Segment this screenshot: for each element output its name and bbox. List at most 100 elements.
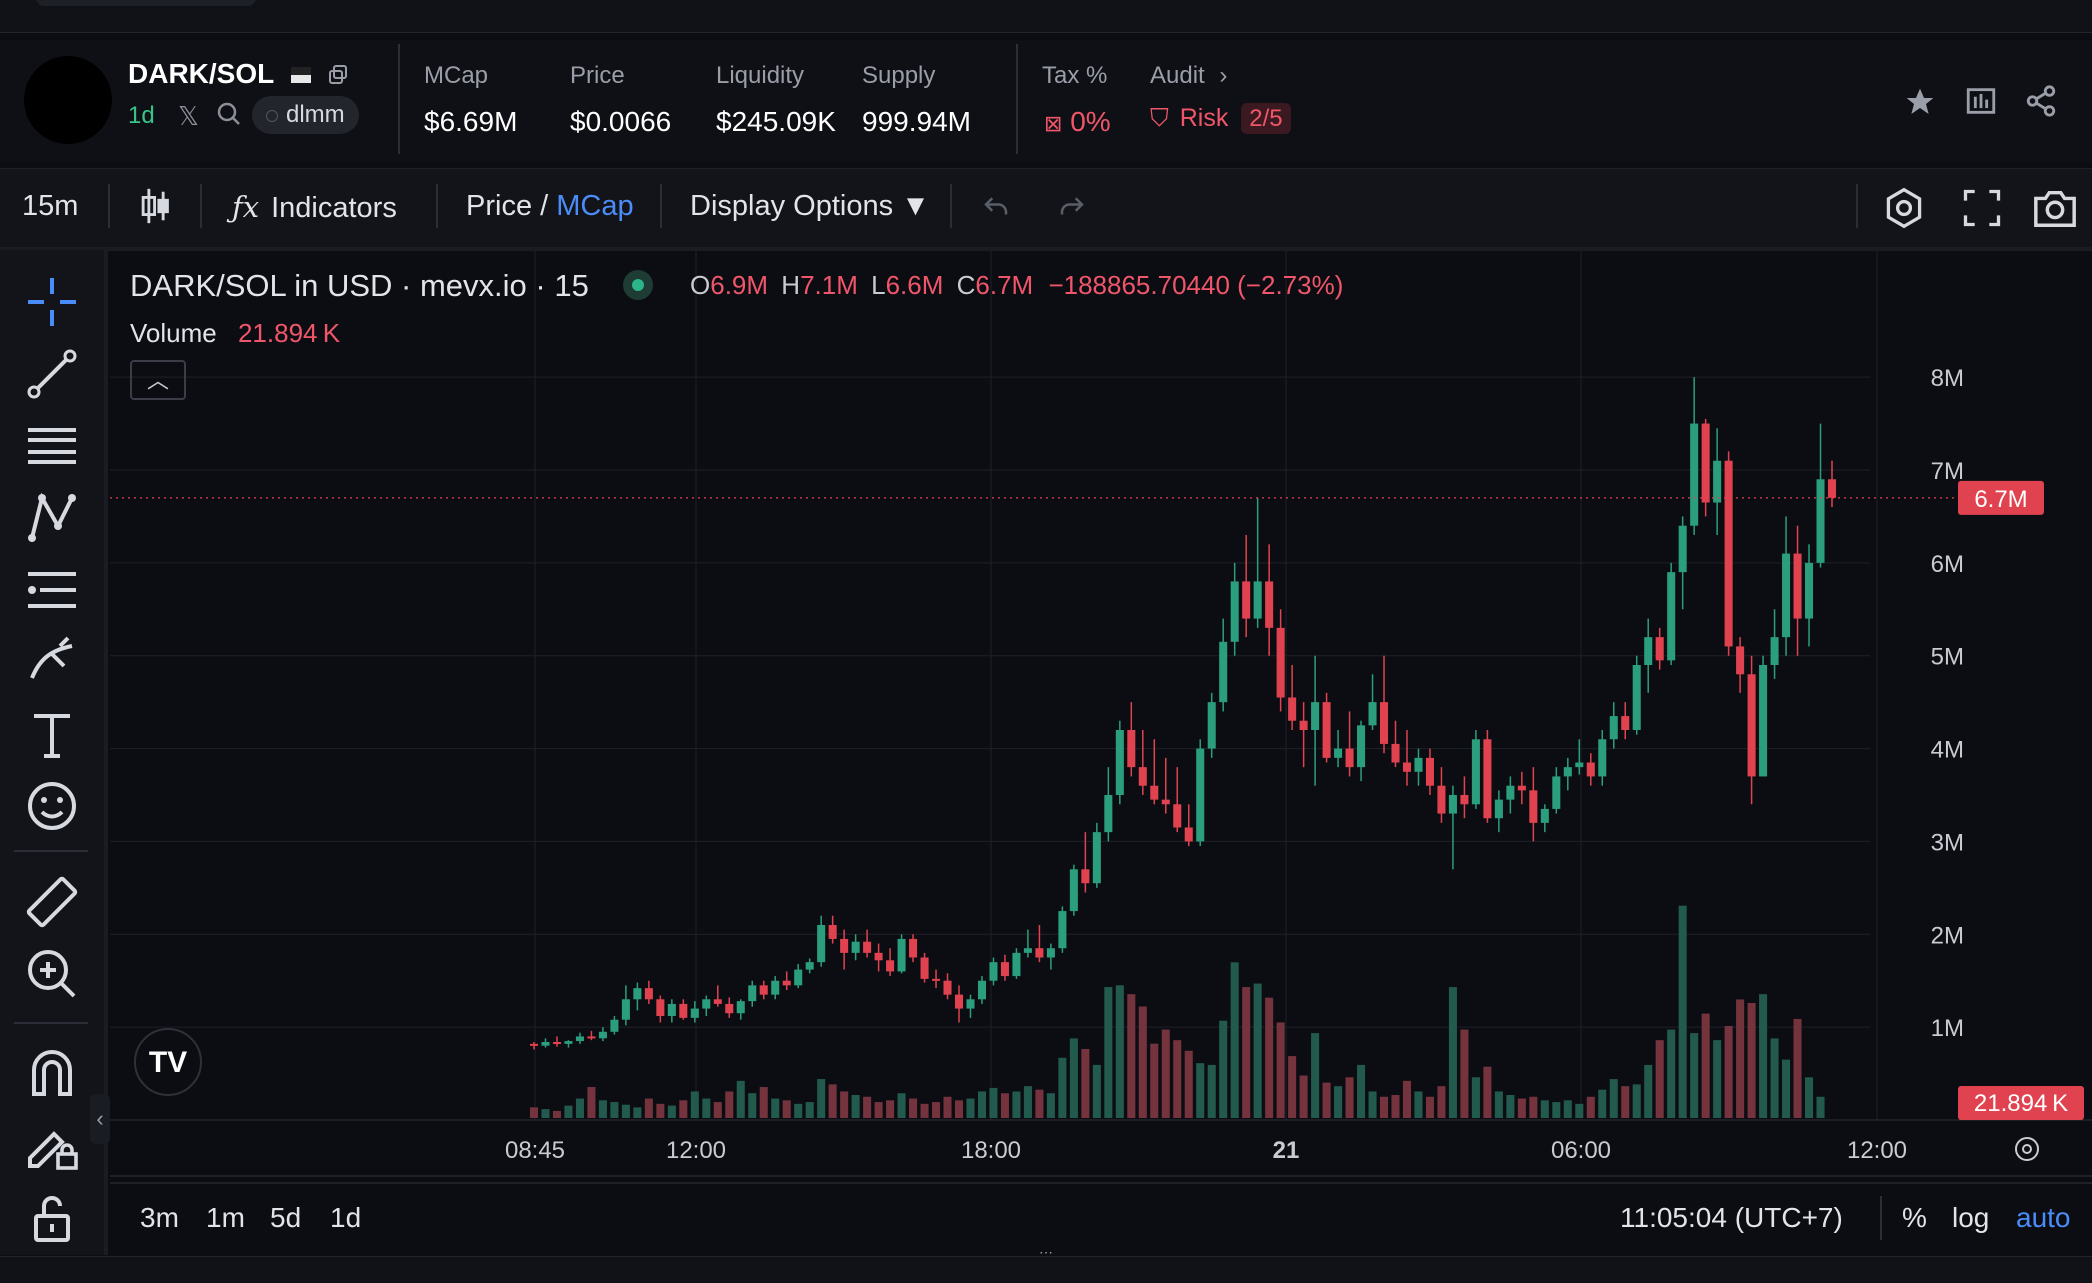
volume-bar [1713,1040,1722,1118]
risk-badge: 2/5 [1241,103,1291,134]
star-icon[interactable] [1904,86,1936,118]
volume-bar [1322,1082,1331,1118]
toolbar-divider [1856,184,1858,228]
x-axis-label: 06:00 [1551,1137,1611,1164]
collapse-legend-button[interactable]: ︿ [130,360,186,400]
redo-icon[interactable] [1056,192,1088,222]
price-mcap-toggle[interactable]: Price / MCap [466,190,634,223]
candle-body [1690,423,1699,526]
emoji-icon[interactable] [24,778,80,834]
share-icon[interactable] [2024,84,2058,118]
volume-bar [644,1098,653,1118]
auto-scale-toggle[interactable]: auto [2016,1202,2071,1234]
candle-body [1437,785,1446,814]
mcap-option[interactable]: MCap [556,190,633,222]
volume-bar [598,1100,607,1118]
dex-tag[interactable]: dlmm [252,96,359,134]
search-icon[interactable] [216,101,242,127]
text-tool-icon[interactable] [24,706,80,762]
trend-line-icon[interactable] [24,346,80,402]
audit-label: Audit [1150,62,1205,89]
caret-down-icon: ▼ [901,190,930,222]
volume-bar [1690,1033,1699,1118]
display-options-label: Display Options [690,190,894,222]
axis-settings-icon[interactable] [2015,1137,2039,1161]
volume-bar [920,1103,929,1118]
candle-body [782,980,791,986]
candle-body [1115,730,1124,795]
close-label: C [956,270,976,300]
fullscreen-icon[interactable] [1960,186,2004,230]
risk-indicator[interactable]: ⛉ Risk 2/5 [1150,103,1291,134]
candle-body [1196,748,1205,842]
camera-icon[interactable] [2032,186,2078,230]
volume-bar [1506,1095,1515,1118]
candle-body [1494,799,1503,819]
unlock-icon[interactable] [24,1190,80,1246]
collapse-toolbar-handle[interactable]: ‹ [90,1094,110,1144]
volume-label: Volume [130,318,217,348]
ruler-icon[interactable] [24,874,80,930]
price-chart[interactable]: 8M 7M 6M 5M 4M 3M 2M 1M 08:45 12:00 18:00 21 06:00 12… [110,250,2092,1180]
volume-bar [1471,1077,1480,1118]
volume-bar [1357,1064,1366,1118]
magnet-icon[interactable] [24,1046,80,1102]
toolbar-separator [14,850,88,852]
percent-toggle[interactable]: % [1902,1202,1927,1234]
volume-bar [713,1102,722,1118]
display-options-button[interactable]: Display Options ▼ [690,190,930,223]
chart-compare-icon[interactable] [1964,84,1998,118]
range-1m[interactable]: 1m [206,1202,245,1234]
horizontal-lines-icon[interactable] [24,418,80,474]
volume-bar [1219,1020,1228,1118]
range-3m[interactable]: 3m [140,1202,179,1234]
settings-hex-icon[interactable] [1882,186,1926,230]
copy-icon[interactable] [327,64,349,86]
brush-icon[interactable] [24,634,80,690]
log-toggle[interactable]: log [1952,1202,1989,1234]
clock-timezone[interactable]: 11:05:04 (UTC+7) [1620,1202,1843,1234]
candle-body [598,1031,607,1039]
tax-icon: ⊠ [1044,111,1063,136]
tradingview-logo[interactable]: TV [134,1028,202,1096]
candle-body [954,994,964,1009]
low-label: L [871,270,886,300]
crosshair-icon[interactable] [24,274,80,330]
volume-bar [1782,1059,1791,1118]
price-option[interactable]: Price [466,190,532,222]
candle-body [1104,795,1113,833]
volume-bar [1747,1003,1756,1118]
range-1d[interactable]: 1d [330,1202,361,1234]
volume-bar [977,1091,987,1118]
tax-value: 0% [1070,106,1111,137]
tax-value-group: ⊠ 0% [1044,106,1111,138]
volume-bar [909,1098,918,1118]
x-axis-label: 21 [1273,1137,1300,1164]
volume-bar [1736,999,1745,1118]
candlestick-type-icon[interactable] [138,186,174,226]
chevron-up-icon: ︿ [146,368,169,393]
pattern-icon[interactable] [24,490,80,546]
audit-link[interactable]: Audit › [1150,62,1227,90]
x-axis-label: 18:00 [961,1137,1021,1164]
fib-retracement-icon[interactable] [24,562,80,618]
stat-mcap-label: MCap [424,62,489,89]
y-axis-label: 1M [1931,1015,1964,1042]
range-5d[interactable]: 5d [270,1202,301,1234]
indicators-button[interactable]: ƒx Indicators [232,190,397,225]
zoom-in-icon[interactable] [24,946,80,1002]
x-social-icon[interactable]: 𝕏 [178,101,199,132]
candle-body [851,941,860,953]
undo-icon[interactable] [980,192,1012,222]
candle-body [1609,716,1618,740]
lock-drawing-icon[interactable] [24,1118,80,1174]
volume-bar [1609,1079,1618,1118]
interval-selector[interactable]: 15m [22,190,78,223]
candle-body [1000,962,1009,977]
stat-mcap-value: $6.69M [424,106,518,137]
candle-body [1207,702,1216,749]
toolbar-separator [14,1022,88,1024]
volume-bar [1253,983,1262,1118]
axis-settings-icon-inner [2022,1144,2032,1154]
volume-bar [1793,1018,1802,1118]
